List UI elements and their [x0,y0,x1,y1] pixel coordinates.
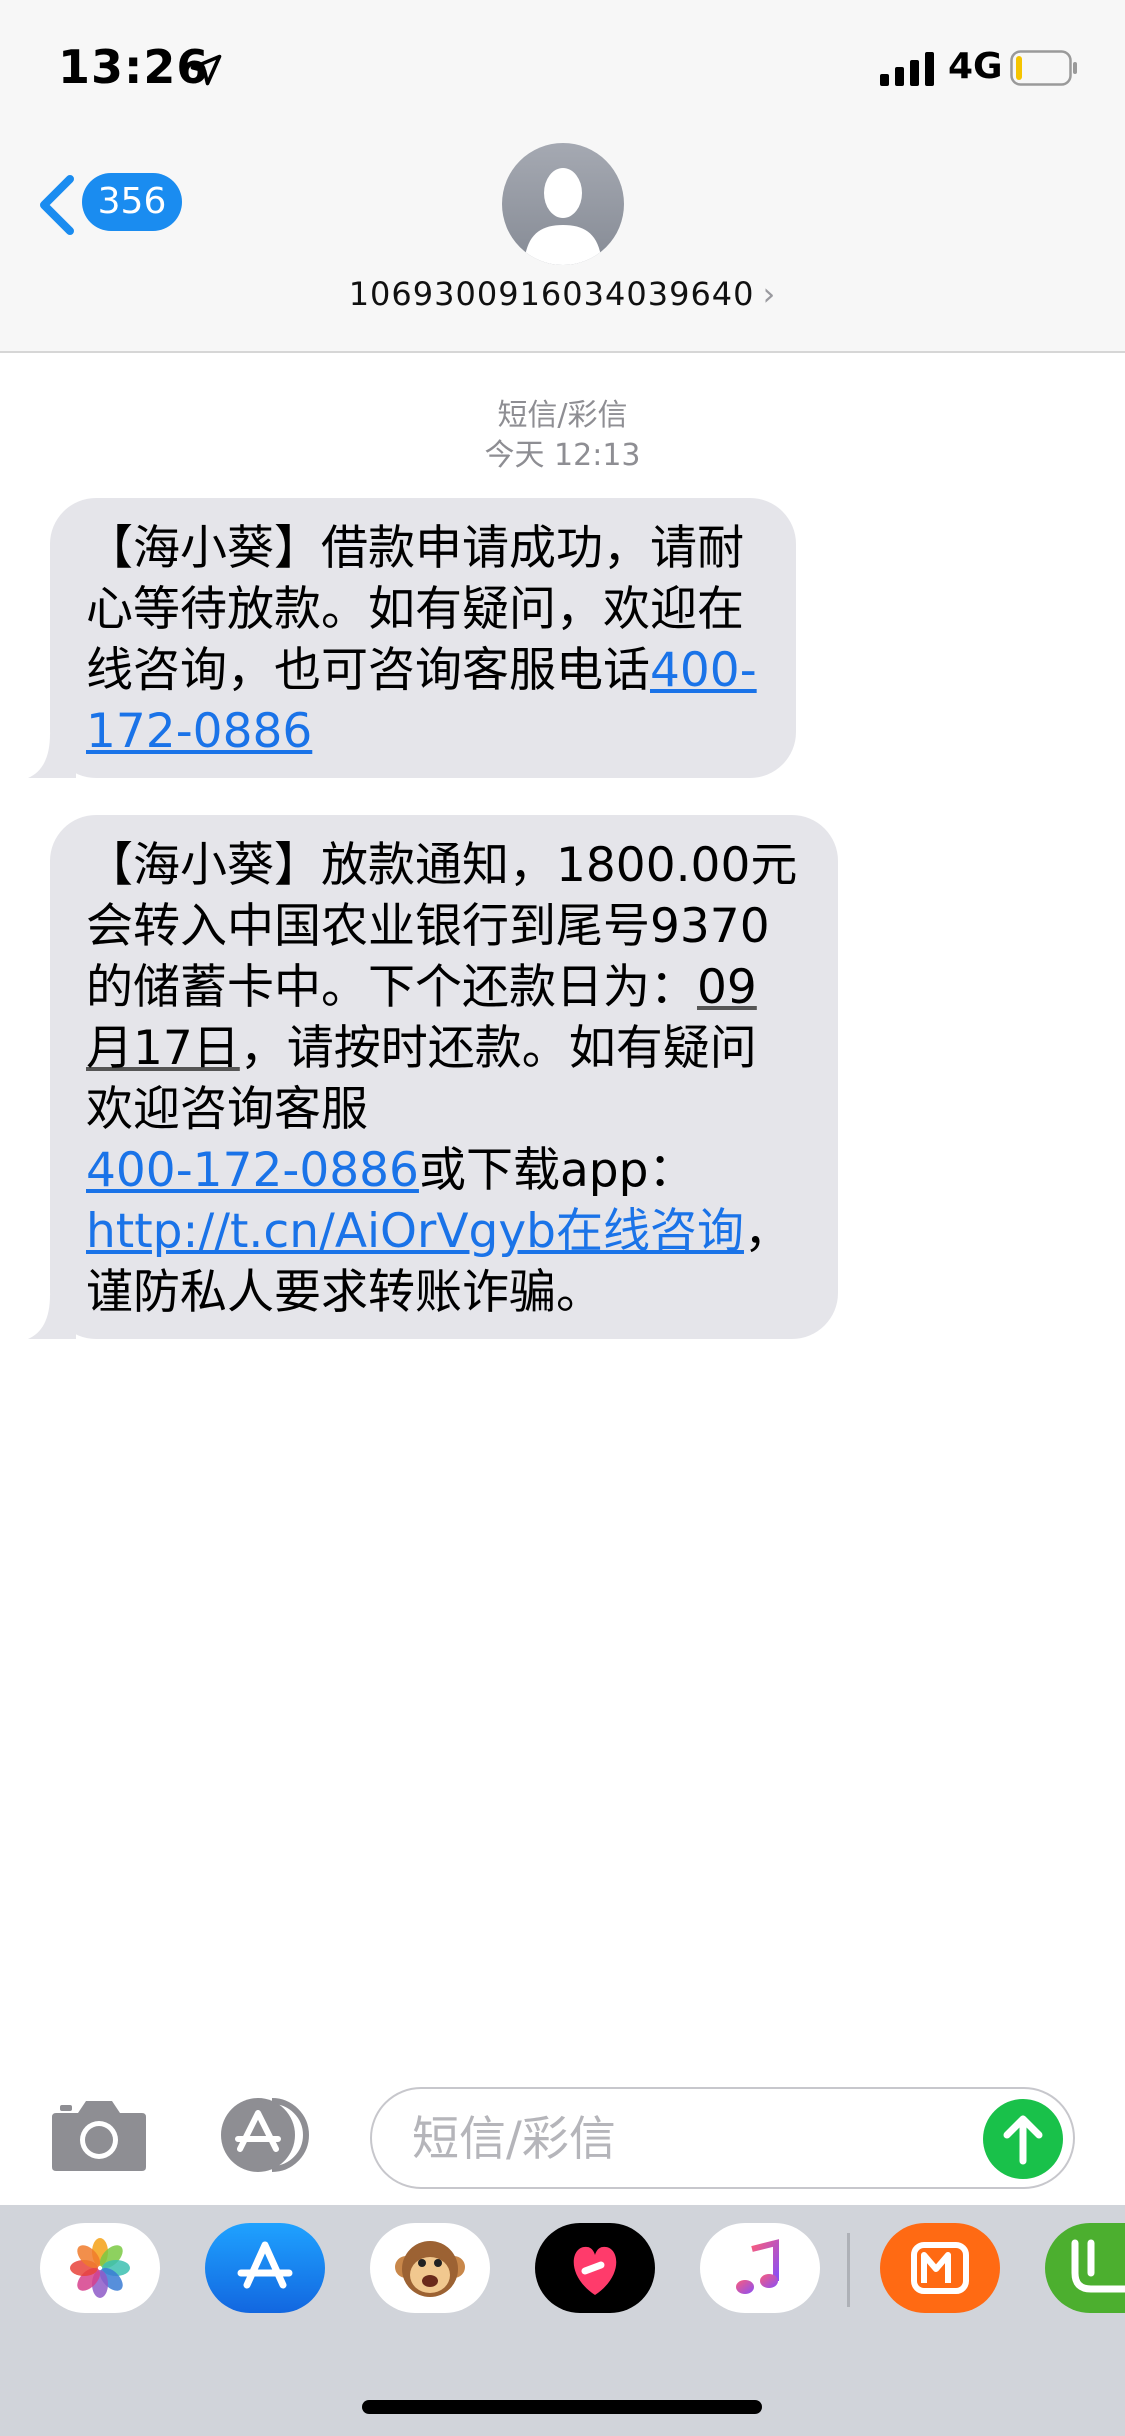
message-text: 或下载app： [418,1143,696,1198]
network-type: 4G [948,46,1003,87]
photos-flower-icon [70,2238,130,2298]
music-app-icon[interactable] [700,2223,820,2313]
drawer-divider [847,2233,850,2307]
message-type-label: 短信/彩信 [497,398,628,433]
message-input-field[interactable] [370,2087,1075,2189]
home-indicator[interactable] [362,2400,762,2414]
bubble-tail-icon [28,1295,76,1339]
digital-touch-heart-icon[interactable] [535,2223,655,2313]
monkey-face-icon [395,2241,465,2297]
contact-number: 1069300916034039640 [348,275,755,313]
send-arrow-icon [1003,2115,1043,2165]
photos-app-icon[interactable] [40,2223,160,2313]
app-store-app-icon[interactable] [205,2223,325,2313]
message-bubble[interactable]: 【海小葵】放款通知，1800.00元会转入中国农业银行到尾号9370的储蓄卡中。… [28,815,838,1339]
green-app-glyph-icon [1071,2239,1125,2293]
bubble-tail-icon [28,734,76,778]
mango-tv-app-icon[interactable] [880,2223,1000,2313]
mango-logo-icon [911,2242,969,2294]
camera-button[interactable] [50,2095,148,2175]
location-arrow-icon [190,54,222,86]
message-text: 【海小葵】借款申请成功，请耐心等待放款。如有疑问，欢迎在线咨询，也可咨询客服电话 [86,521,744,698]
unread-count-badge: 356 [82,173,182,231]
message-timestamp: 今天 12:13 [484,438,641,473]
app-store-a-icon [237,2241,293,2289]
contact-avatar-icon[interactable] [502,143,624,265]
camera-icon [52,2101,146,2171]
battery-icon [1010,50,1077,86]
animoji-monkey-icon[interactable] [370,2223,490,2313]
back-chevron-icon [40,175,74,235]
chevron-right-icon: › [762,275,777,313]
message-text: 【海小葵】放款通知，1800.00元会转入中国农业银行到尾号9370的储蓄卡中。… [86,838,798,1015]
status-time: 13:26 [58,40,210,94]
conversation-header: 356 1069300916034039640 › [0,135,1125,353]
phone-link[interactable]: 400-172-0886 [86,1143,419,1198]
person-silhouette-icon [524,168,602,265]
app-store-icon [221,2098,309,2172]
partial-app-icon[interactable] [1045,2223,1125,2313]
message-input[interactable] [410,2105,974,2173]
back-button[interactable]: 356 [34,165,184,237]
signal-bars-icon [880,52,934,86]
contact-number-button[interactable]: 1069300916034039640 › [0,275,1125,313]
message-bubble[interactable]: 【海小葵】借款申请成功，请耐心等待放款。如有疑问，欢迎在线咨询，也可咨询客服电话… [28,498,796,778]
app-store-button[interactable] [210,2095,320,2175]
heart-icon [573,2246,617,2295]
url-link[interactable]: http://t.cn/AiOrVgyb在线咨询 [86,1204,744,1259]
status-bar: 13:26 4G [0,0,1125,135]
music-note-icon [736,2239,779,2294]
send-button[interactable] [983,2099,1063,2179]
